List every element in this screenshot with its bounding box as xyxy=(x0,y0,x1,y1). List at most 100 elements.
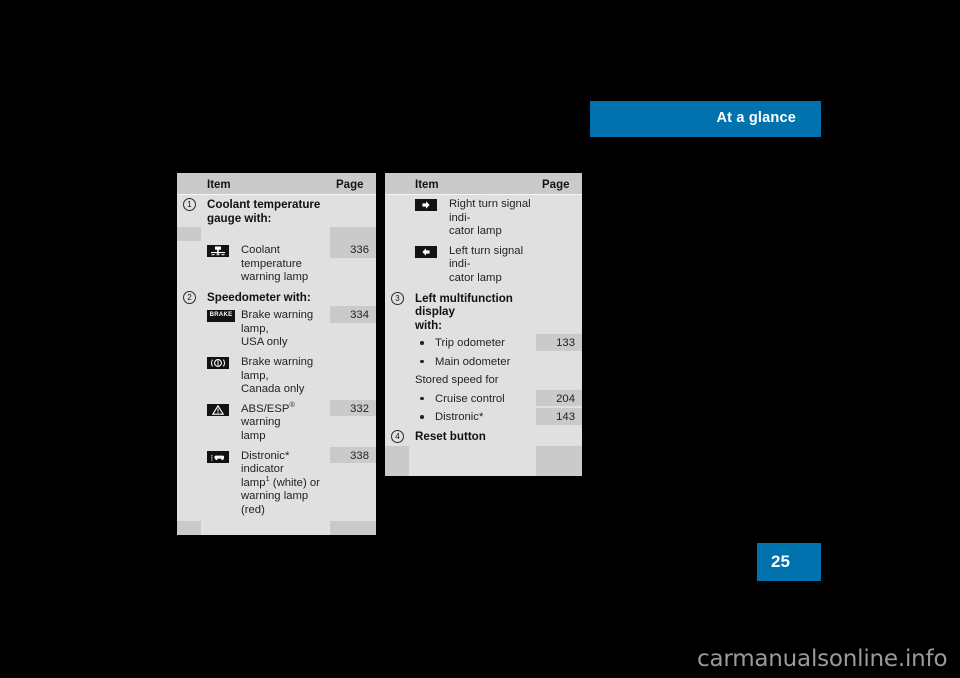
icon-cell xyxy=(207,403,241,422)
bullet-icon xyxy=(420,415,424,419)
gutter-cell xyxy=(177,227,201,241)
bullet-icon xyxy=(420,359,424,364)
row-text: Brake warning lamp, USA only xyxy=(241,309,330,350)
row-text-line3: warning lamp (red) xyxy=(241,490,309,516)
row-text-line2: USA only xyxy=(241,336,288,349)
item-cell: Right turn signal indi- cator lamp xyxy=(409,195,536,242)
row-spacer xyxy=(177,520,376,535)
row-text-white: (white) or xyxy=(269,476,320,489)
item-cell: Reset button xyxy=(409,427,536,446)
icon-cell: BRAKE xyxy=(207,309,241,328)
page-title: At a glance xyxy=(716,110,796,126)
header-cell-item: Item xyxy=(409,174,536,193)
item-cell xyxy=(201,520,330,535)
right-table-header-row: Item Page xyxy=(385,173,582,195)
table-row: Brake warning lamp, Canada only xyxy=(177,353,376,400)
row-text: Main odometer xyxy=(435,355,511,368)
icon-cell xyxy=(207,450,241,469)
bullet-cell xyxy=(415,337,435,345)
table-row: Stored speed for xyxy=(385,371,582,390)
icon-cell xyxy=(207,356,241,375)
left-table-header-row: Item Page xyxy=(177,173,376,195)
abs-esp-warning-lamp-icon xyxy=(207,403,229,416)
table-row: Trip odometer 133 xyxy=(385,334,582,353)
registered-mark: ® xyxy=(289,400,295,410)
table-row: Main odometer xyxy=(385,352,582,372)
group-title: Left multifunction display with: xyxy=(409,289,536,335)
table-row: 3 Left multifunction display with: xyxy=(385,288,582,335)
item-cell: Speedometer with: xyxy=(201,287,330,307)
header-item-label: Item xyxy=(207,178,231,191)
row-text: Cruise control xyxy=(435,392,505,405)
group-title: Coolant temperature gauge with: xyxy=(201,195,330,227)
page-number-tab: 25 xyxy=(757,543,821,581)
row-spacer xyxy=(177,227,376,241)
row-text-abs: ABS/ESP xyxy=(241,402,290,415)
row-text-line1: Left turn signal indi- xyxy=(449,244,524,271)
row-text-line2: Canada only xyxy=(241,383,305,396)
item-cell: Left turn signal indi- cator lamp xyxy=(409,241,536,289)
row-text-line2: cator lamp xyxy=(449,271,502,284)
item-cell xyxy=(201,227,330,241)
item-cell: Left multifunction display with: xyxy=(409,288,536,335)
group-title-line2: gauge with: xyxy=(207,211,272,225)
row-text-line1: Right turn signal indi- xyxy=(449,198,531,224)
page-cell: 204 xyxy=(536,389,582,407)
page-cell: 336 xyxy=(330,241,376,258)
row-text: Distronic* indicator lamp1 (white) or wa… xyxy=(241,450,330,518)
header-cell-page: Page xyxy=(536,174,582,193)
item-cell: Distronic* indicator lamp1 (white) or wa… xyxy=(201,446,330,521)
row-text: Brake warning lamp, Canada only xyxy=(241,356,330,397)
group-title-line2: with: xyxy=(415,318,443,332)
row-text-lamp: lamp xyxy=(241,476,266,489)
right-turn-signal-indicator-lamp-icon xyxy=(415,199,437,211)
page-number: 25 xyxy=(771,552,790,571)
page-reference: 336 xyxy=(350,244,369,256)
row-text: Stored speed for xyxy=(415,374,499,387)
distronic-indicator-lamp-icon xyxy=(207,450,229,463)
item-cell: Coolant temperature gauge with: xyxy=(201,195,330,227)
table-row: 4 Reset button xyxy=(385,427,582,446)
row-text: Left turn signal indi- cator lamp xyxy=(449,245,536,286)
page-cell: 143 xyxy=(536,408,582,426)
row-text-line2: cator lamp xyxy=(449,225,502,238)
item-cell: Main odometer xyxy=(409,352,536,372)
page-cell: 332 xyxy=(330,399,376,417)
header-item-label: Item xyxy=(415,178,439,191)
page-cell: 334 xyxy=(330,306,376,323)
row-text-line2: lamp xyxy=(241,430,266,443)
brake-icon-text: BRAKE xyxy=(209,312,233,319)
item-cell: Brake warning lamp, Canada only xyxy=(201,353,330,400)
section-header-banner: At a glance xyxy=(590,101,821,137)
table-row: 2 Speedometer with: xyxy=(177,287,376,307)
page-reference: 332 xyxy=(350,402,369,415)
icon-cell xyxy=(415,198,449,217)
item-cell: BRAKE Brake warning lamp, USA only xyxy=(201,306,330,354)
item-cell: Trip odometer xyxy=(409,334,536,353)
table-row: Coolant temperature warning lamp 336 xyxy=(177,241,376,288)
row-text: Distronic* xyxy=(435,411,484,424)
item-number-4: 4 xyxy=(391,430,404,444)
header-page-label: Page xyxy=(542,178,570,191)
page-cell xyxy=(330,227,376,241)
bullet-icon xyxy=(420,341,424,345)
left-turn-signal-indicator-lamp-icon xyxy=(415,245,437,258)
icon-cell xyxy=(207,244,241,263)
row-text-warning: warning xyxy=(241,416,281,429)
page-cell xyxy=(536,445,582,476)
row-text: Coolant temperature warning lamp xyxy=(241,244,330,285)
row-text: ABS/ESP® warning lamp xyxy=(241,400,330,444)
brake-warning-lamp-usa-icon: BRAKE xyxy=(207,310,235,323)
site-watermark: carmanualsonline.info xyxy=(697,646,948,672)
coolant-temperature-warning-lamp-icon xyxy=(207,245,229,257)
item-cell: ABS/ESP® warning lamp xyxy=(201,399,330,447)
table-row: Distronic* 143 xyxy=(385,408,582,428)
item-number-3: 3 xyxy=(391,291,404,305)
table-row: ABS/ESP® warning lamp 332 xyxy=(177,399,376,447)
group-title: Speedometer with: xyxy=(207,290,311,304)
page-reference: 143 xyxy=(556,411,575,424)
gutter-cell xyxy=(177,520,201,535)
row-text: Trip odometer xyxy=(435,337,505,350)
table-row: Distronic* indicator lamp1 (white) or wa… xyxy=(177,446,376,521)
page-reference: 133 xyxy=(556,337,575,350)
